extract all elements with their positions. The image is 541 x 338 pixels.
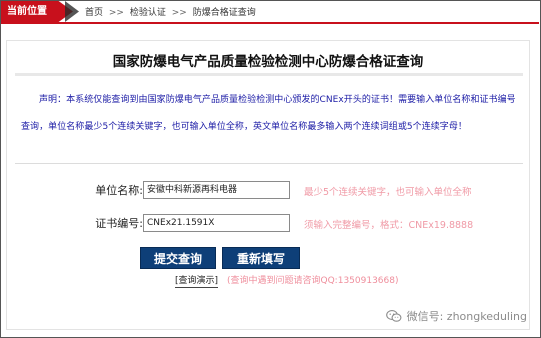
breadcrumb-home[interactable]: 首页 — [85, 8, 103, 18]
cert-hint: 须输入完整编号，格式：CNEx19.8888 — [304, 220, 474, 231]
cert-number-input[interactable]: CNEx21.1591X — [143, 214, 290, 232]
breadcrumb-current: 防爆合格证查询 — [192, 8, 256, 18]
breadcrumb-certification[interactable]: 检验认证 — [130, 8, 166, 18]
contact-info: (查询中遇到问题请咨询QQ:1350913668) — [227, 276, 399, 286]
location-tag-arrow — [65, 1, 79, 22]
submit-query-button[interactable]: 提交查询 — [140, 247, 216, 269]
unit-hint: 最少5个连续关键字，也可输入单位全称 — [304, 187, 472, 198]
section-divider — [15, 163, 523, 164]
notice-text: 声明：本系统仅能查询到由国家防爆电气产品质量检验检测中心颁发的CNEx开头的证书… — [21, 95, 516, 132]
reset-form-button[interactable]: 重新填写 — [222, 247, 300, 269]
unit-name-input[interactable]: 安徽中科新源再科电器 — [143, 181, 290, 199]
breadcrumb: 首页 >> 检验认证 >> 防爆合格证查询 — [85, 5, 259, 18]
demo-link[interactable]: [查询演示] — [175, 276, 219, 288]
title-divider — [15, 73, 523, 76]
location-tag: 当前位置 — [1, 1, 73, 22]
cert-row: 证书编号: CNEx21.1591X 须输入完整编号，格式：CNEx19.888… — [7, 212, 529, 234]
breadcrumb-separator: >> — [108, 8, 124, 18]
location-bar: 当前位置 首页 >> 检验认证 >> 防爆合格证查询 — [1, 1, 539, 24]
unit-row: 单位名称: 安徽中科新源再科电器 最少5个连续关键字，也可输入单位全称 — [7, 179, 529, 201]
unit-label: 单位名称: — [95, 184, 143, 197]
breadcrumb-separator: >> — [171, 8, 187, 18]
watermark-text: 微信号: zhongkeduling — [406, 310, 527, 323]
query-panel: 国家防爆电气产品质量检验检测中心防爆合格证查询 声明：本系统仅能查询到由国家防爆… — [6, 40, 530, 330]
cert-label: 证书编号: — [95, 217, 143, 230]
page-title: 国家防爆电气产品质量检验检测中心防爆合格证查询 — [112, 54, 424, 70]
wechat-icon — [385, 310, 402, 322]
wechat-watermark: 微信号: zhongkeduling — [385, 308, 527, 324]
